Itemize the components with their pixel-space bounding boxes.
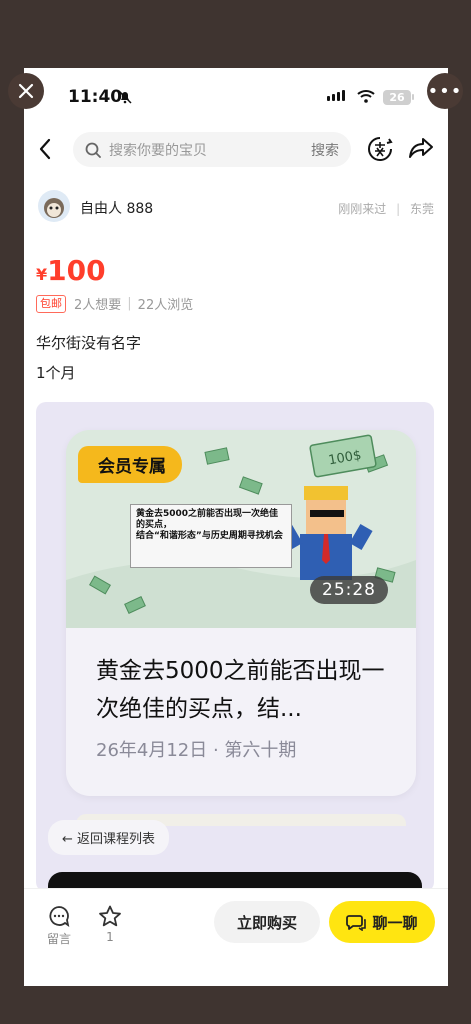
shipping-badge: 包邮 bbox=[36, 294, 66, 313]
description-line-2: 1个月 bbox=[36, 364, 76, 382]
favorite-count: 1 bbox=[106, 930, 114, 944]
price: ¥100 bbox=[36, 254, 106, 287]
comment-icon bbox=[49, 906, 70, 927]
avatar[interactable] bbox=[38, 190, 70, 222]
video-thumbnail[interactable]: 100$ 会员专属 黄金去5000之前能否出现一次绝佳的买点， 结合“和谐形态”… bbox=[66, 430, 416, 628]
favorite-button[interactable]: 1 bbox=[96, 905, 124, 944]
price-currency: ¥ bbox=[36, 265, 48, 284]
video-duration: 25:28 bbox=[310, 576, 388, 604]
top-nav: 搜索你要的宝贝 搜索 bbox=[24, 130, 448, 170]
search-icon bbox=[85, 142, 101, 158]
bottom-action-bar: 留言 1 立即购买 聊一聊 bbox=[24, 888, 448, 986]
thumbnail-caption-line-2: 结合“和谐形态”与历史周期寻找机会 bbox=[136, 531, 283, 541]
thumbnail-caption-line-1: 黄金去5000之前能否出现一次绝佳的买点， bbox=[136, 509, 279, 530]
more-icon: ••• bbox=[427, 80, 463, 102]
wants-count: 2人想要 bbox=[74, 298, 122, 313]
status-time: 11:40 bbox=[68, 87, 123, 107]
app-screen: 11:40 26 搜索你要的宝贝 搜索 自由人 888 刚刚来过 | 东莞 ¥1… bbox=[24, 68, 448, 986]
close-icon bbox=[18, 83, 34, 99]
description-line-1: 华尔街没有名字 bbox=[36, 334, 142, 352]
product-card: ¥100 包邮 2人想要 | 22人浏览 华尔街没有名字 1个月 100$ 会员… bbox=[24, 238, 448, 958]
seller-name[interactable]: 自由人 888 bbox=[80, 198, 153, 218]
share-icon[interactable] bbox=[408, 136, 434, 160]
price-value: 100 bbox=[47, 254, 106, 287]
back-to-course-list-button[interactable]: ← 返回课程列表 bbox=[48, 820, 170, 855]
comment-label: 留言 bbox=[46, 932, 71, 946]
video-title[interactable]: 黄金去5000之前能否出现一次绝佳的买点，结... bbox=[96, 652, 396, 728]
seller-meta: 刚刚来过 | 东莞 bbox=[338, 202, 434, 216]
back-arrow-icon[interactable] bbox=[38, 138, 52, 160]
views-count: 22人浏览 bbox=[137, 298, 194, 313]
chat-button[interactable]: 聊一聊 bbox=[329, 901, 435, 943]
seller-row[interactable]: 自由人 888 刚刚来过 | 东莞 bbox=[24, 186, 448, 230]
chat-icon bbox=[346, 915, 367, 931]
location: 东莞 bbox=[409, 202, 434, 216]
more-overlay-button[interactable]: ••• bbox=[427, 73, 463, 109]
wifi-icon bbox=[357, 90, 375, 103]
chat-label: 聊一聊 bbox=[372, 913, 418, 932]
search-bar[interactable]: 搜索你要的宝贝 搜索 bbox=[73, 132, 351, 167]
video-date: 26年4月12日 · 第六十期 bbox=[96, 740, 297, 761]
comment-button[interactable]: 留言 bbox=[42, 905, 76, 947]
buy-now-button[interactable]: 立即购买 bbox=[214, 901, 320, 943]
bell-off-icon bbox=[118, 90, 132, 104]
video-card[interactable]: 100$ 会员专属 黄金去5000之前能否出现一次绝佳的买点， 结合“和谐形态”… bbox=[66, 430, 416, 796]
battery-indicator: 26 bbox=[383, 90, 411, 105]
signal-icon bbox=[327, 90, 345, 101]
thumbnail-caption: 黄金去5000之前能否出现一次绝佳的买点， 结合“和谐形态”与历史周期寻找机会 bbox=[130, 504, 292, 568]
last-seen: 刚刚来过 bbox=[338, 202, 387, 216]
search-button[interactable]: 搜索 bbox=[311, 140, 339, 160]
product-tags: 包邮 2人想要 | 22人浏览 bbox=[36, 294, 193, 313]
star-icon bbox=[99, 905, 121, 927]
close-overlay-button[interactable] bbox=[8, 73, 44, 109]
sell-icon[interactable] bbox=[367, 136, 393, 162]
vip-badge: 会员专属 bbox=[78, 446, 182, 483]
search-input[interactable]: 搜索你要的宝贝 bbox=[109, 140, 311, 160]
status-bar: 11:40 26 bbox=[24, 68, 448, 128]
product-image[interactable]: 100$ 会员专属 黄金去5000之前能否出现一次绝佳的买点， 结合“和谐形态”… bbox=[36, 402, 434, 892]
